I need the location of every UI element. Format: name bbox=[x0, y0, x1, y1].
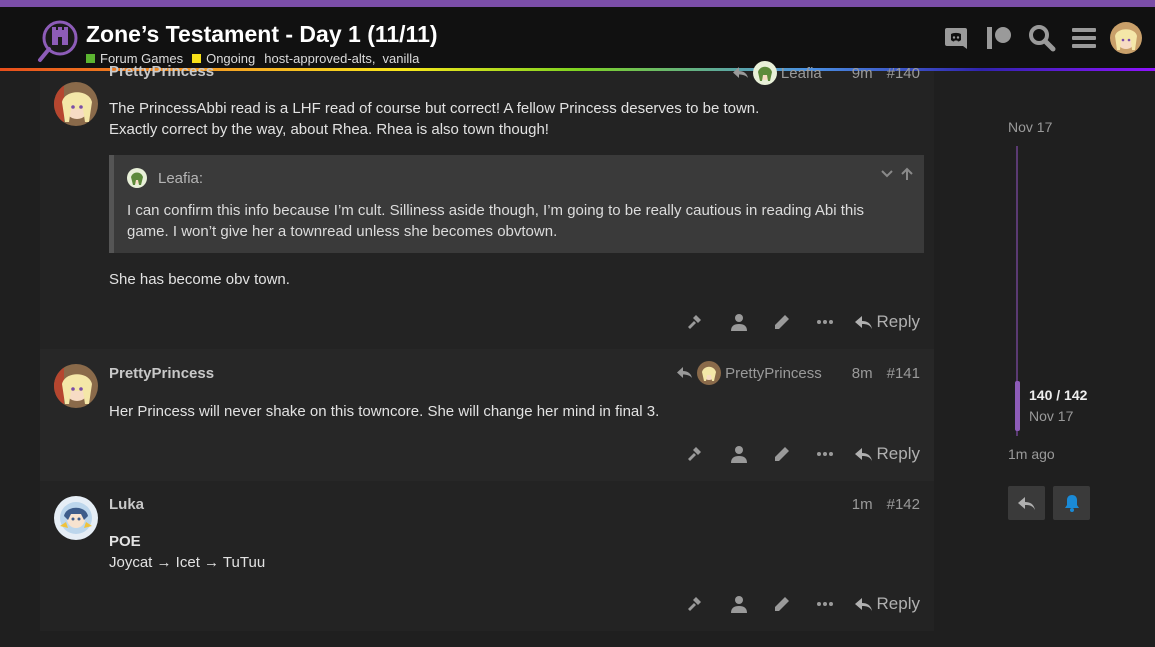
timeline-position-date: Nov 17 bbox=[1029, 408, 1074, 424]
post-avatar[interactable] bbox=[54, 82, 98, 126]
admin-user-icon[interactable] bbox=[718, 439, 761, 469]
post-username[interactable]: Luka bbox=[109, 496, 144, 513]
post-actions: Reply bbox=[675, 307, 920, 337]
quote-avatar bbox=[127, 168, 147, 188]
reply-label: Reply bbox=[876, 444, 920, 463]
site-header: Zone’s Testament - Day 1 (11/11) Forum G… bbox=[0, 7, 1155, 69]
category-color-swatch bbox=[86, 54, 95, 63]
reply-button[interactable]: Reply bbox=[854, 312, 920, 332]
timeline-position: 140 / 142 bbox=[1029, 387, 1088, 403]
edit-pencil-icon[interactable] bbox=[761, 439, 804, 469]
post-142: Luka 1m #142 POE Joycat → Icet → TuTuu R… bbox=[40, 481, 934, 631]
top-accent-bar bbox=[0, 0, 1155, 7]
post-username[interactable]: PrettyPrincess bbox=[109, 365, 214, 382]
post-age[interactable]: 1m bbox=[852, 496, 873, 513]
reply-button[interactable]: Reply bbox=[854, 594, 920, 614]
quote-controls bbox=[880, 167, 914, 185]
timeline-last-activity[interactable]: 1m ago bbox=[1008, 446, 1055, 462]
post-meta: PrettyPrincess 8m #141 bbox=[677, 361, 920, 385]
post-paragraph: She has become obv town. bbox=[109, 271, 290, 288]
post-paragraph: Her Princess will never shake on this to… bbox=[109, 403, 660, 420]
reply-button[interactable]: Reply bbox=[854, 444, 920, 464]
post-avatar[interactable] bbox=[54, 364, 98, 408]
post-body: POE Joycat → Icet → TuTuu bbox=[109, 531, 920, 573]
chevron-down-icon[interactable] bbox=[880, 167, 894, 185]
more-options-icon[interactable] bbox=[804, 589, 847, 619]
timeline-reply-button[interactable] bbox=[1008, 486, 1045, 520]
discord-icon[interactable] bbox=[940, 22, 972, 54]
admin-user-icon[interactable] bbox=[718, 307, 761, 337]
post-stream: PrettyPrincess Leafia 9m #140 The Prince… bbox=[40, 61, 934, 631]
quote-author[interactable]: Leafia: bbox=[158, 170, 203, 187]
quote-line: game. I won’t give her a townread unless… bbox=[127, 223, 558, 240]
quote-header: Leafia: bbox=[127, 168, 203, 188]
reply-to-name: Leafia bbox=[780, 64, 822, 82]
post-age[interactable]: 9m bbox=[852, 65, 873, 82]
reply-to[interactable]: PrettyPrincess bbox=[677, 361, 822, 385]
post-actions: Reply bbox=[675, 439, 920, 469]
admin-user-icon[interactable] bbox=[718, 589, 761, 619]
post-age[interactable]: 8m bbox=[852, 365, 873, 382]
reply-icon bbox=[854, 598, 872, 611]
more-options-icon[interactable] bbox=[804, 439, 847, 469]
quote-body: I can confirm this info because I’m cult… bbox=[127, 200, 904, 242]
post-body: Her Princess will never shake on this to… bbox=[109, 401, 920, 422]
subcategory-color-swatch bbox=[192, 54, 202, 63]
moderator-hammer-icon[interactable] bbox=[675, 307, 718, 337]
post-140: PrettyPrincess Leafia 9m #140 The Prince… bbox=[40, 61, 934, 349]
edit-pencil-icon[interactable] bbox=[761, 307, 804, 337]
reply-to-avatar bbox=[752, 61, 777, 85]
post-number[interactable]: #140 bbox=[887, 65, 920, 82]
search-icon[interactable] bbox=[1026, 22, 1058, 54]
arrow-up-icon[interactable] bbox=[900, 167, 914, 185]
post-meta: 1m #142 bbox=[852, 496, 920, 513]
notification-button[interactable] bbox=[1053, 486, 1090, 520]
post-body: The PrincessAbbi read is a LHF read of c… bbox=[109, 98, 920, 140]
timeline-start-date[interactable]: Nov 17 bbox=[1008, 119, 1052, 135]
hamburger-menu-icon[interactable] bbox=[1068, 22, 1100, 54]
more-options-icon[interactable] bbox=[804, 307, 847, 337]
reply-to-name: PrettyPrincess bbox=[725, 364, 822, 382]
reply-to-avatar bbox=[697, 361, 722, 385]
tag-vanilla[interactable]: vanilla bbox=[383, 51, 420, 66]
post-number[interactable]: #141 bbox=[887, 365, 920, 382]
site-logo[interactable] bbox=[37, 18, 81, 66]
post-paragraph: Joycat → Icet → TuTuu bbox=[109, 554, 266, 571]
patreon-icon[interactable] bbox=[983, 22, 1015, 54]
moderator-hammer-icon[interactable] bbox=[675, 439, 718, 469]
post-username[interactable]: PrettyPrincess bbox=[109, 63, 214, 80]
user-avatar[interactable] bbox=[1110, 22, 1142, 54]
post-quote: Leafia: I can confirm this info because … bbox=[109, 155, 924, 253]
moderator-hammer-icon[interactable] bbox=[675, 589, 718, 619]
reply-label: Reply bbox=[876, 312, 920, 331]
edit-pencil-icon[interactable] bbox=[761, 589, 804, 619]
post-bold-line: POE bbox=[109, 533, 141, 550]
reply-icon bbox=[1017, 497, 1035, 510]
post-number[interactable]: #142 bbox=[887, 496, 920, 513]
reply-icon bbox=[854, 316, 872, 329]
post-actions: Reply bbox=[675, 589, 920, 619]
reply-arrow-icon bbox=[732, 67, 748, 78]
reply-arrow-icon bbox=[677, 367, 693, 378]
timeline-scroll-handle[interactable] bbox=[1015, 381, 1020, 431]
post-meta: Leafia 9m #140 bbox=[732, 61, 920, 85]
reply-to[interactable]: Leafia bbox=[732, 61, 822, 85]
reply-icon bbox=[854, 448, 872, 461]
tag-host-approved-alts[interactable]: host-approved-alts, bbox=[264, 51, 375, 66]
post-paragraph: The PrincessAbbi read is a LHF read of c… bbox=[109, 100, 760, 117]
quote-line: I can confirm this info because I’m cult… bbox=[127, 202, 865, 219]
topic-timeline: Nov 17 140 / 142 Nov 17 1m ago bbox=[1008, 71, 1118, 531]
post-avatar[interactable] bbox=[54, 496, 98, 540]
reply-label: Reply bbox=[876, 594, 920, 613]
bell-icon bbox=[1064, 495, 1079, 512]
post-paragraph: Exactly correct by the way, about Rhea. … bbox=[109, 121, 549, 138]
post-141: PrettyPrincess PrettyPrincess 8m #141 He… bbox=[40, 349, 934, 481]
topic-title[interactable]: Zone’s Testament - Day 1 (11/11) bbox=[86, 21, 438, 48]
